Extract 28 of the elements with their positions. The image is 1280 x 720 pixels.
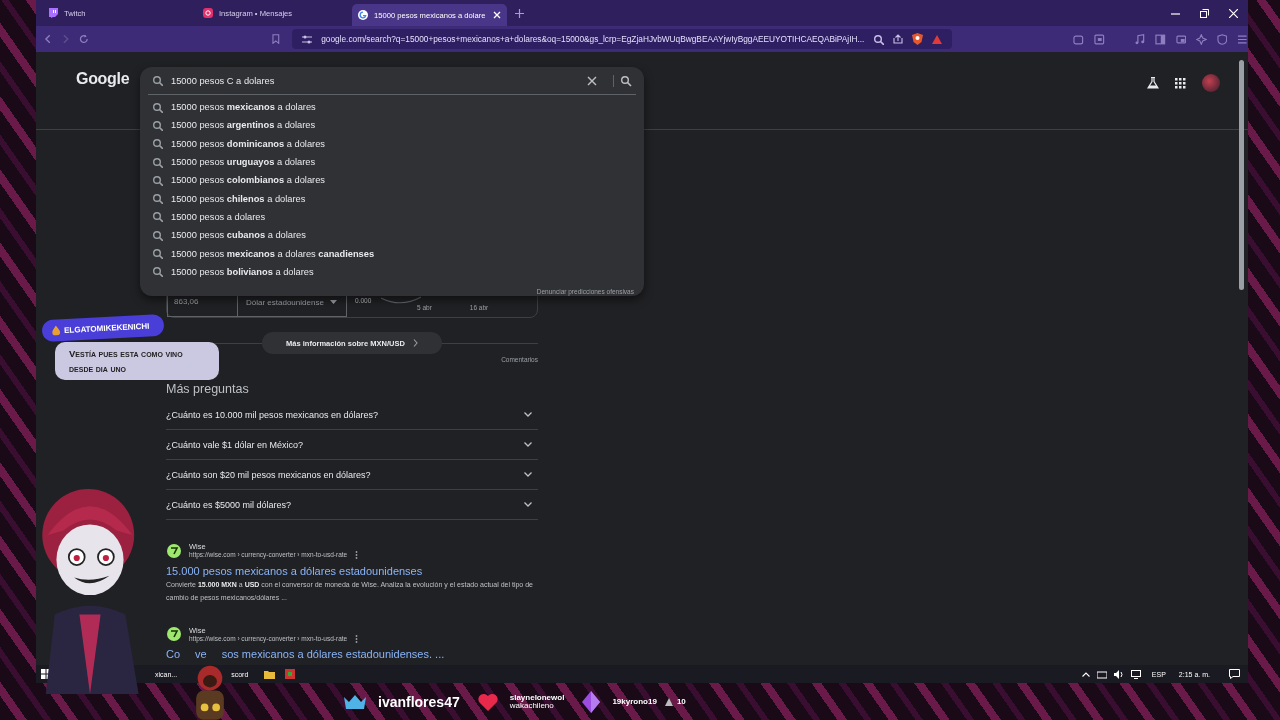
alert-username: ivanflores47 [378,694,460,709]
alert-username: 19kyrono19 [612,697,657,706]
result-title-link[interactable]: 15.000 pesos mexicanos a dólares estadounidenses [166,564,423,577]
suggestion-item[interactable]: 15000 pesos chilenos a dolares [148,189,636,208]
section-heading: Más preguntas [166,382,250,398]
question-row[interactable]: ¿Cuánto vale $1 dólar en México? [166,430,538,460]
result-title-link[interactable]: ve [195,648,207,660]
suggestion-item[interactable]: 15000 pesos cubanos a dolares [148,226,636,245]
suggestion-item[interactable]: 15000 pesos mexicanos a dolares canadienses [148,244,636,263]
suggestion-item[interactable]: 15000 pesos dominicanos a dolares [148,134,636,153]
question-row[interactable]: ¿Cuánto es $5000 mil dólares? [166,490,538,520]
result-title-link[interactable]: sos mexicanos a dólares estadounidenses. ... [221,648,445,660]
result-title-link[interactable]: Co [166,648,181,660]
suggestion-item[interactable]: 15000 pesos bolivianos a dolares [148,262,636,281]
alert-username: slaynelonewol [509,693,565,702]
suggestion-item[interactable]: 15000 pesos argentinos a dolares [148,116,636,135]
suggestion-item[interactable]: 15000 pesos colombianos a dolares [148,171,636,190]
address-bar[interactable]: google.com/search?q=15000+pesos+mexicanos+a+dolares&oq=15000&gs_lcrp=EgZjaHJvbWUqBwgBEAAYjwIyBggAEEUYOTIHCAEQABiPAjIH... [292,29,953,49]
google-logo[interactable]: Google [76,70,130,88]
suggestion-item[interactable]: 15000 pesos mexicanos a dolares [148,98,636,117]
question-row[interactable]: ¿Cuánto es 10.000 mil pesos mexicanos en dólares? [166,400,538,430]
alert-username: wakachileno [509,701,554,710]
alert-username: 10 [676,697,686,706]
chat-message-bubble: Vestía pues esta como vino desde dia uno [55,342,219,380]
question-row[interactable]: ¿Cuánto son $20 mil pesos mexicanos en dólares? [166,460,538,490]
suggestion-item[interactable]: 15000 pesos uruguayos a dolares [148,152,636,172]
search-field[interactable]: 15000 pesos C a dolares [148,67,636,95]
suggestion-item[interactable]: 15000 pesos a dolares [148,207,636,227]
